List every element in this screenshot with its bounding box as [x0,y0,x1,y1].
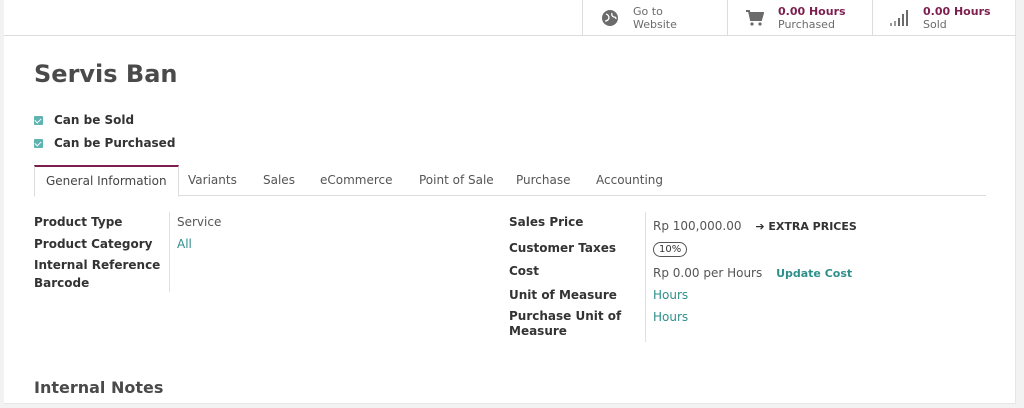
right-group-separator [645,212,646,342]
uom-value[interactable]: Hours [653,288,688,303]
product-type-label: Product Type [34,215,123,229]
sold-button[interactable]: 0.00 Hours Sold [872,0,1016,36]
sales-price-label: Sales Price [509,215,584,229]
update-cost-button[interactable]: Update Cost [776,267,852,280]
left-group-separator [169,212,170,292]
purchased-value: 0.00 Hours [778,5,846,18]
purchase-uom-label: Purchase Unit of Measure [509,309,621,339]
purchase-uom-label-line2: Measure [509,324,567,338]
purchase-uom-value[interactable]: Hours [653,310,688,325]
tab-general-information[interactable]: General Information [34,165,179,197]
website-line2: Website [633,18,677,31]
can-be-purchased-checkbox[interactable] [34,138,43,148]
product-name[interactable]: Servis Ban [34,60,177,88]
can-be-sold-row[interactable]: Can be Sold [34,113,134,127]
tab-purchase[interactable]: Purchase [505,165,582,196]
cost-value[interactable]: Rp 0.00 [653,266,700,280]
cost-unit: per Hours [703,266,763,280]
website-line1: Go to [633,5,663,18]
sold-label: Sold [923,18,947,31]
smart-buttons-bar: Go to Website 0.00 Hours Purchased 0.00 … [4,0,1016,36]
product-type-value[interactable]: Service [177,215,221,230]
can-be-purchased-row[interactable]: Can be Purchased [34,136,175,150]
notebook-tabs: General Information Variants Sales eComm… [34,165,986,197]
customer-taxes-field[interactable]: 10% [653,241,688,257]
uom-label: Unit of Measure [509,288,617,302]
internal-reference-label: Internal Reference [34,258,161,272]
product-category-value[interactable]: All [177,237,192,252]
purchase-uom-label-line1: Purchase Unit of [509,309,622,323]
customer-taxes-label: Customer Taxes [509,241,616,255]
tab-point-of-sale[interactable]: Point of Sale [408,165,505,196]
internal-notes-title: Internal Notes [34,378,164,397]
go-to-website-button[interactable]: Go to Website [582,0,727,36]
extra-prices-button[interactable]: ➔ EXTRA PRICES [755,220,857,233]
cost-label: Cost [509,264,539,278]
tax-badge[interactable]: 10% [653,242,688,257]
tab-accounting[interactable]: Accounting [585,165,674,196]
purchased-label: Purchased [778,18,835,31]
sold-value: 0.00 Hours [923,5,991,18]
tab-sales[interactable]: Sales [252,165,306,196]
tab-ecommerce[interactable]: eCommerce [309,165,404,196]
cart-icon [744,7,766,29]
arrow-right-icon: ➔ [755,220,765,233]
barcode-label: Barcode [34,276,90,290]
sales-price-value[interactable]: Rp 100,000.00 [653,219,741,233]
purchased-button[interactable]: 0.00 Hours Purchased [727,0,872,36]
can-be-sold-label: Can be Sold [54,113,135,127]
form-sheet: Go to Website 0.00 Hours Purchased 0.00 … [4,0,1016,404]
globe-icon [599,7,621,29]
signal-bars-icon [889,7,911,29]
cost-row: Rp 0.00 per Hours Update Cost [653,266,852,281]
can-be-purchased-label: Can be Purchased [54,136,176,150]
tab-variants[interactable]: Variants [177,165,248,196]
can-be-sold-checkbox[interactable] [34,115,43,125]
extra-prices-label: EXTRA PRICES [768,220,857,233]
sales-price-row: Rp 100,000.00 ➔ EXTRA PRICES [653,219,857,234]
product-category-label: Product Category [34,237,153,251]
